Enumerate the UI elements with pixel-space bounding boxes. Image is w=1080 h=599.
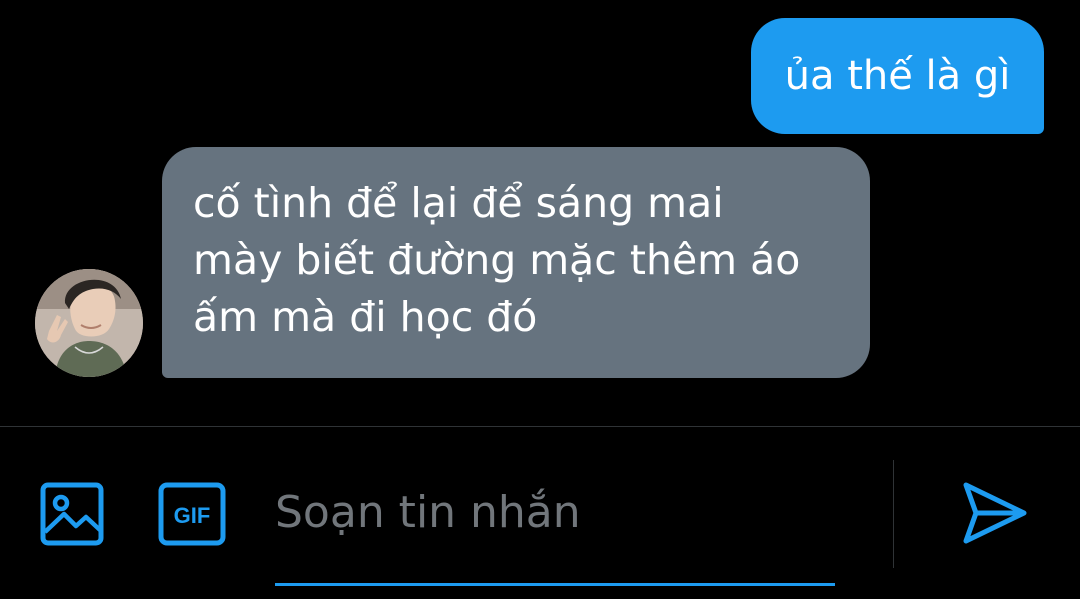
contact-avatar[interactable] <box>35 269 143 377</box>
received-message-line: mày biết đường mặc thêm áo <box>193 236 801 284</box>
received-message-line: cố tình để lại để sáng mai <box>193 179 724 227</box>
avatar-photo <box>35 269 143 377</box>
message-composer: GIF <box>0 427 1080 599</box>
image-icon <box>40 482 104 546</box>
send-button[interactable] <box>960 481 1028 545</box>
input-focus-underline <box>275 583 835 586</box>
received-message-line: ấm mà đi học đó <box>193 293 538 341</box>
received-message-bubble[interactable]: cố tình để lại để sáng mai mày biết đườn… <box>162 147 870 378</box>
add-gif-button[interactable]: GIF <box>158 482 226 546</box>
add-image-button[interactable] <box>40 482 104 546</box>
send-icon <box>963 482 1027 544</box>
message-input[interactable] <box>275 467 835 557</box>
sent-message-bubble[interactable]: ủa thế là gì <box>751 18 1044 134</box>
gif-label: GIF <box>174 503 211 528</box>
dm-conversation-screen: ủa thế là gì cố tình để lại để sáng mai … <box>0 0 1080 599</box>
gif-icon: GIF <box>158 482 226 546</box>
send-separator <box>893 460 894 568</box>
sent-message-text: ủa thế là gì <box>784 53 1011 99</box>
